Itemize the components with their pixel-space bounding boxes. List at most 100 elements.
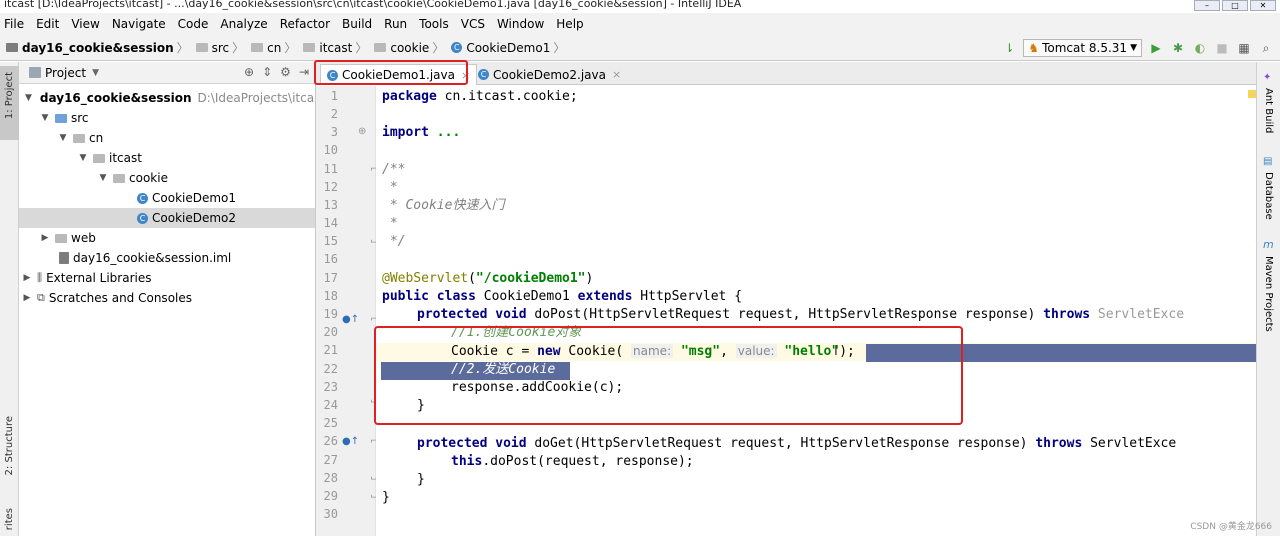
breadcrumb-class[interactable]: C CookieDemo1 〉 (451, 39, 568, 56)
close-button[interactable]: ✕ (1250, 0, 1276, 11)
override-icon[interactable]: ●↑ (342, 314, 359, 325)
tree-item-cookiedemo1[interactable]: C CookieDemo1 (19, 188, 315, 208)
breadcrumb-cookie[interactable]: cookie 〉 (374, 39, 447, 56)
tree-item-itcast[interactable]: ▼ itcast (19, 148, 315, 168)
tree-item-iml[interactable]: day16_cookie&session.iml (19, 248, 315, 268)
run-toolbar: ⇂ ♞ Tomcat 8.5.31 ▼ ▶ ✱ ◐ ■ ▦ ⌕ (1001, 39, 1274, 57)
database-icon: ▤ (1263, 156, 1273, 167)
close-icon[interactable]: × (612, 68, 621, 81)
tree-item-scratches[interactable]: ▶ ⧉ Scratches and Consoles (19, 288, 315, 308)
tree-item-web[interactable]: ▶ web (19, 228, 315, 248)
gear-icon[interactable]: ⚙ (280, 65, 291, 79)
menu-window[interactable]: Window (497, 17, 544, 31)
right-tool-stripe: ✦ Ant Build ▤ Database m Maven Projects (1256, 62, 1280, 536)
tree-item-label: web (71, 231, 96, 245)
collapse-all-icon[interactable]: ⇕ (262, 65, 272, 79)
code-line: } (417, 472, 425, 487)
run-configuration-select[interactable]: ♞ Tomcat 8.5.31 ▼ (1023, 39, 1142, 57)
tree-item-label: cn (89, 131, 104, 145)
editor-gutter: 1 2 3 10 11 12 13 14 15 16 17 18 19 20 2… (316, 86, 378, 536)
code-line: */ (382, 234, 406, 249)
line-number: 26 (323, 434, 338, 448)
menu-tools[interactable]: Tools (419, 17, 449, 31)
menu-file[interactable]: File (4, 17, 24, 31)
menu-run[interactable]: Run (384, 17, 407, 31)
menu-code[interactable]: Code (178, 17, 209, 31)
line-number: 23 (323, 380, 338, 394)
line-number: 14 (323, 216, 338, 230)
menu-view[interactable]: View (71, 17, 99, 31)
module-path: D:\IdeaProjects\itcast (197, 91, 316, 105)
structure-tool-button[interactable]: 2: Structure (2, 416, 17, 496)
locate-icon[interactable]: ⊕ (244, 65, 254, 79)
ant-build-tool-button[interactable]: ✦ Ant Build (1257, 68, 1280, 148)
window-title: itcast [D:\IdeaProjects\itcast] - ...\da… (4, 0, 742, 10)
line-number: 19 (323, 307, 338, 321)
menu-help[interactable]: Help (556, 17, 583, 31)
menu-vcs[interactable]: VCS (461, 17, 485, 31)
code-editor[interactable]: package cn.itcast.cookie; import ... /**… (376, 86, 1256, 536)
maven-projects-label: Maven Projects (1263, 256, 1274, 332)
chevron-down-icon: ▼ (41, 113, 49, 123)
chevron-down-icon: ▼ (59, 133, 67, 143)
tab-label: CookieDemo2.java (493, 67, 606, 82)
build-icon[interactable]: ⇂ (1001, 40, 1017, 56)
code-line: * (382, 216, 398, 231)
tree-item-label: cookie (129, 171, 168, 185)
menu-navigate[interactable]: Navigate (112, 17, 166, 31)
module-icon (6, 43, 18, 52)
maximize-button[interactable]: □ (1222, 0, 1248, 11)
tree-item-module[interactable]: ▼ day16_cookie&session D:\IdeaProjects\i… (19, 88, 316, 108)
chevron-down-icon[interactable]: ▼ (92, 68, 99, 78)
line-number: 11 (323, 162, 338, 176)
debug-icon[interactable]: ✱ (1170, 40, 1186, 56)
menu-edit[interactable]: Edit (36, 17, 59, 31)
chevron-right-icon: ▶ (41, 233, 49, 243)
line-number: 22 (323, 362, 338, 376)
search-everywhere-icon[interactable]: ⌕ (1258, 40, 1274, 56)
minimize-button[interactable]: – (1194, 0, 1220, 11)
tree-item-cookiedemo2[interactable]: C CookieDemo2 (19, 208, 315, 228)
code-line: protected void doGet(HttpServletRequest … (417, 436, 1177, 451)
menu-analyze[interactable]: Analyze (220, 17, 267, 31)
project-panel-title[interactable]: Project (45, 66, 86, 80)
project-structure-icon[interactable]: ▦ (1236, 40, 1252, 56)
tree-item-cn[interactable]: ▼ cn (19, 128, 315, 148)
warning-marker-icon[interactable] (1248, 90, 1256, 98)
line-number: 18 (323, 289, 338, 303)
breadcrumb-itcast[interactable]: itcast 〉 (303, 39, 370, 56)
tab-cookiedemo2[interactable]: C CookieDemo2.java × (472, 64, 627, 85)
project-tool-button[interactable]: 1: Project (0, 66, 19, 140)
structure-tool-label: 2: Structure (4, 416, 15, 476)
project-tool-label: 1: Project (4, 72, 15, 120)
code-line: import ... (382, 125, 461, 140)
breadcrumb-src[interactable]: src 〉 (195, 39, 248, 56)
tree-item-label: CookieDemo1 (152, 191, 237, 205)
menu-build[interactable]: Build (342, 17, 372, 31)
maven-tool-button[interactable]: m Maven Projects (1257, 238, 1280, 338)
package-icon (93, 153, 105, 163)
chevron-down-icon: ▼ (25, 93, 32, 103)
code-line: protected void doPost(HttpServletRequest… (417, 307, 1185, 322)
run-icon[interactable]: ▶ (1148, 40, 1164, 56)
line-number: 13 (323, 198, 338, 212)
stop-icon[interactable]: ■ (1214, 40, 1230, 56)
class-icon: C (137, 212, 148, 224)
hide-icon[interactable]: ⇥ (299, 65, 309, 79)
line-number: 27 (323, 453, 338, 467)
tree-item-cookie[interactable]: ▼ cookie (19, 168, 315, 188)
menu-bar: File Edit View Navigate Code Analyze Ref… (0, 13, 1280, 35)
tree-item-src[interactable]: ▼ src (19, 108, 315, 128)
breadcrumb-module[interactable]: day16_cookie&session 〉 (6, 39, 192, 56)
window-controls: – □ ✕ (1194, 0, 1276, 11)
override-icon[interactable]: ●↑ (342, 436, 359, 447)
breadcrumb-cn[interactable]: cn 〉 (251, 39, 299, 56)
tree-item-external-libraries[interactable]: ▶ ⫼ External Libraries (19, 268, 315, 288)
coverage-icon[interactable]: ◐ (1192, 40, 1208, 56)
menu-refactor[interactable]: Refactor (280, 17, 330, 31)
favorites-tool-button[interactable]: rites (2, 508, 17, 536)
database-tool-button[interactable]: ▤ Database (1257, 154, 1280, 234)
code-line: * (382, 180, 398, 195)
fold-icon[interactable]: ⊕ (358, 126, 366, 137)
maven-icon: m (1263, 238, 1274, 251)
